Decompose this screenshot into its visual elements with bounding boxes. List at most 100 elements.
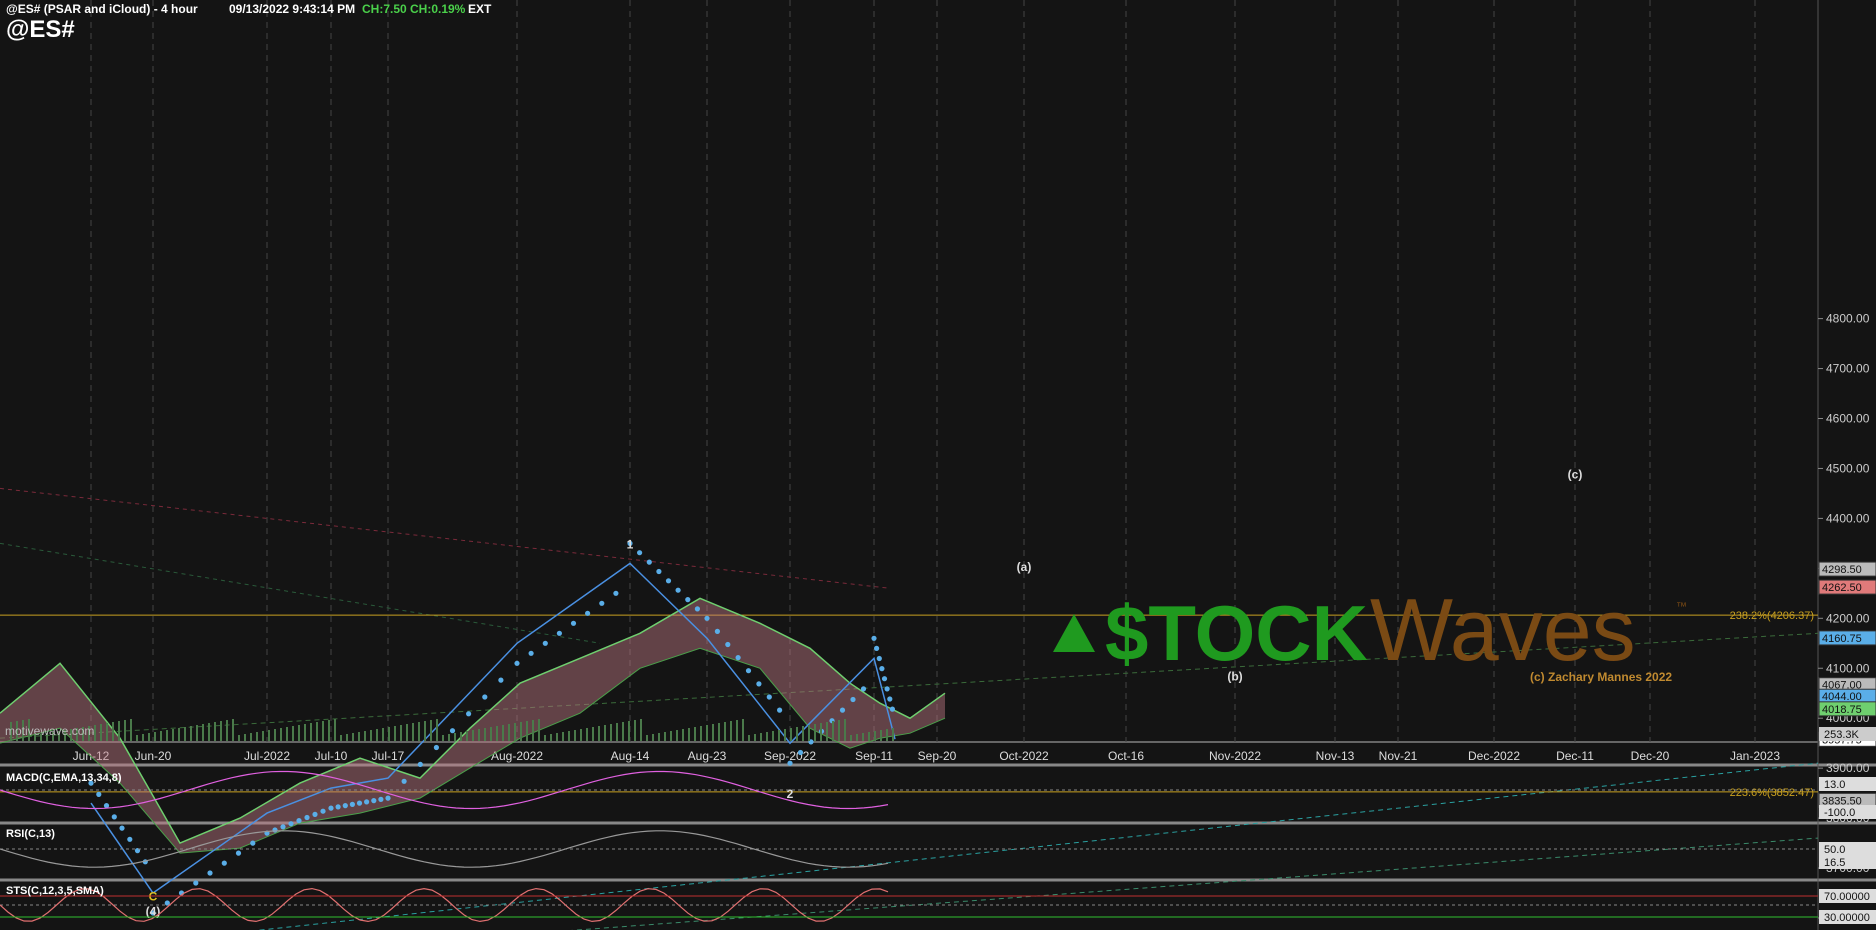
logo-trademark: ™	[1676, 601, 1687, 613]
volume-bar	[358, 732, 360, 741]
volume-bar	[268, 730, 270, 741]
psar-dot	[433, 744, 439, 751]
y-tick-label: 4400.00	[1826, 511, 1870, 525]
volume-bar	[646, 735, 648, 741]
psar-dot	[498, 677, 504, 683]
volume-bar	[118, 721, 120, 741]
volume-bar	[514, 723, 516, 741]
volume-bar	[274, 729, 276, 741]
psar-dot	[320, 808, 326, 814]
psar-dot	[735, 655, 741, 661]
volume-label: 253.3K	[1824, 729, 1860, 741]
x-tick-label: Nov-21	[1379, 749, 1418, 763]
header-change: CH:7.50	[362, 2, 407, 16]
psar-dot	[207, 870, 213, 876]
volume-bar	[832, 721, 834, 741]
volume-bar	[160, 731, 162, 741]
psar-dot	[335, 804, 341, 810]
psar-dot	[787, 760, 793, 766]
psar-dot	[704, 615, 710, 621]
volume-bar	[466, 731, 468, 741]
psar-dot	[860, 686, 867, 692]
volume-bar	[424, 721, 426, 741]
volume-bar	[526, 721, 528, 741]
psar-dot	[556, 630, 563, 636]
volume-bar	[886, 729, 888, 741]
volume-bar	[712, 724, 714, 741]
volume-bar	[112, 722, 114, 741]
y-tick-label: 4600.00	[1826, 412, 1870, 426]
x-tick-label: Oct-16	[1108, 749, 1144, 763]
volume-bar	[166, 730, 168, 741]
volume-bar	[490, 727, 492, 741]
x-tick-label: Aug-23	[688, 749, 727, 763]
volume-bar	[508, 724, 510, 741]
chart-canvas[interactable]: Jun-12 Jun-20 Jul-2022 Jul-10 Jul-17 Aug-2022…	[0, 0, 1876, 930]
psar-dot	[646, 559, 652, 565]
psar-dot	[613, 590, 619, 596]
psar-dot	[675, 587, 681, 593]
volume-bar	[658, 733, 660, 741]
x-tick-label: Dec-2022	[1468, 749, 1520, 763]
volume-bar	[754, 734, 756, 741]
x-tick-label: Nov-2022	[1209, 749, 1261, 763]
psar-dot	[304, 814, 310, 821]
volume-bar	[280, 728, 282, 741]
psar-dot	[665, 578, 672, 584]
psar-dot	[797, 749, 804, 756]
volume-bar	[190, 726, 192, 741]
volume-bar	[688, 728, 690, 741]
volume-bar	[814, 724, 816, 741]
y-tick-label: 4200.00	[1826, 611, 1870, 625]
price-box-label: 4018.75	[1822, 704, 1862, 716]
volume-bar	[154, 732, 156, 741]
volume-bar	[214, 722, 216, 741]
trend-line	[0, 487, 891, 589]
psar-dot	[235, 850, 242, 856]
psar-dot	[288, 821, 294, 827]
volume-bar	[790, 728, 792, 741]
volume-bar	[628, 721, 630, 741]
indicator-tick-label: 30.00000	[1824, 912, 1870, 924]
psar-dot	[871, 635, 877, 641]
psar-dot	[884, 686, 890, 692]
volume-bar	[394, 726, 396, 741]
price-box-label: 4262.50	[1822, 582, 1862, 594]
x-tick-label: Jan-2023	[1730, 749, 1780, 763]
psar-dot	[528, 650, 534, 656]
volume-bar	[412, 723, 414, 741]
volume-bar	[472, 730, 474, 741]
x-tick-label: Dec-20	[1631, 749, 1670, 763]
volume-bar	[406, 724, 408, 741]
volume-bar	[574, 730, 576, 741]
psar-dot	[766, 694, 772, 700]
psar-dot	[850, 696, 856, 703]
y-tick-label: 4500.00	[1826, 461, 1870, 475]
volume-bar	[580, 729, 582, 741]
price-box-label: 4298.50	[1822, 564, 1862, 576]
y-tick-label: 4100.00	[1826, 661, 1870, 675]
wave-label: 2	[787, 787, 794, 801]
psar-dot	[725, 641, 731, 648]
psar-dot	[685, 597, 691, 603]
header-change-pct: CH:0.19%	[410, 2, 466, 16]
volume-bar	[334, 719, 336, 741]
volume-bar	[484, 728, 486, 741]
volume-bar	[622, 722, 624, 741]
psar-dot	[874, 645, 880, 652]
psar-dot	[714, 628, 721, 635]
volume-bar	[292, 726, 294, 741]
psar-dot	[881, 676, 888, 682]
indicator-tick-label: 70.00000	[1824, 891, 1870, 903]
wave-label: (4)	[146, 905, 161, 919]
volume-bar	[652, 734, 654, 741]
psar-dot	[585, 610, 591, 616]
volume-bar	[172, 729, 174, 741]
volume-bar	[130, 719, 132, 741]
wave-label: (c)	[1568, 467, 1583, 481]
fib-label: 238.2%(4206.37)	[1730, 610, 1814, 622]
volume-bar	[844, 719, 846, 741]
psar-dot	[272, 827, 278, 833]
volume-bar	[418, 722, 420, 741]
x-tick-label: Jun-20	[135, 749, 172, 763]
